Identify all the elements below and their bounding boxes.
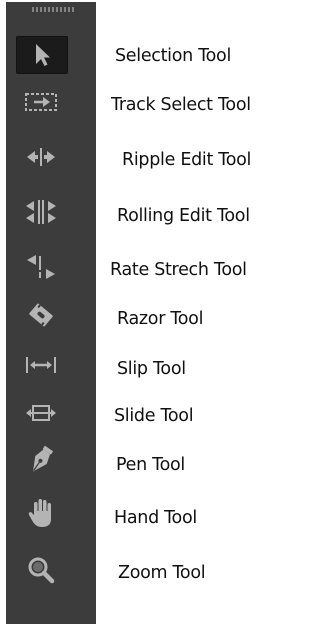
tools-panel <box>6 2 96 624</box>
track-select-tool-button[interactable] <box>16 84 66 120</box>
slip-tool-label: Slip Tool <box>117 359 186 379</box>
slip-icon <box>26 357 56 373</box>
zoom-tool-button[interactable] <box>16 552 66 588</box>
selection-tool-label: Selection Tool <box>115 46 232 66</box>
rate-stretch-tool-button[interactable] <box>16 248 66 284</box>
slide-icon <box>26 405 56 421</box>
pen-tool-label: Pen Tool <box>116 455 185 475</box>
track-select-icon <box>25 93 57 111</box>
arrow-pointer-icon <box>36 44 50 66</box>
rolling-edit-tool-button[interactable] <box>16 194 66 230</box>
pen-icon <box>32 445 54 472</box>
hand-icon <box>28 499 51 527</box>
zoom-tool-label: Zoom Tool <box>118 563 206 583</box>
track-select-tool-label: Track Select Tool <box>111 95 251 115</box>
panel-grip-handle[interactable] <box>32 7 74 12</box>
selection-tool-button[interactable] <box>16 36 68 74</box>
razor-tool-label: Razor Tool <box>117 309 204 329</box>
hand-tool-button[interactable] <box>16 495 66 531</box>
rate-stretch-icon <box>27 255 55 279</box>
rate-stretch-tool-label: Rate Strech Tool <box>110 260 247 280</box>
razor-icon <box>29 303 53 327</box>
rolling-edit-icon <box>26 200 56 224</box>
pen-tool-button[interactable] <box>16 442 66 478</box>
ripple-edit-tool-button[interactable] <box>16 139 66 175</box>
slide-tool-label: Slide Tool <box>114 406 194 426</box>
rolling-edit-tool-label: Rolling Edit Tool <box>117 206 250 226</box>
ripple-edit-icon <box>27 148 55 166</box>
zoom-icon <box>28 557 55 584</box>
razor-tool-button[interactable] <box>16 297 66 333</box>
slide-tool-button[interactable] <box>16 395 66 431</box>
ripple-edit-tool-label: Ripple Edit Tool <box>122 150 252 170</box>
hand-tool-label: Hand Tool <box>114 508 197 528</box>
slip-tool-button[interactable] <box>16 347 66 383</box>
